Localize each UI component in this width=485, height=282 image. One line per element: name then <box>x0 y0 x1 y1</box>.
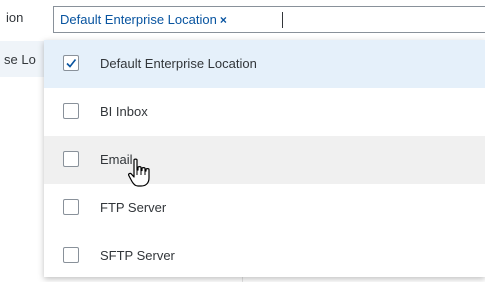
hand-pointer-icon <box>128 158 150 187</box>
row-label: se Lo <box>4 52 36 67</box>
list-item-bi-inbox[interactable]: BI Inbox <box>44 88 485 136</box>
checkbox[interactable] <box>63 151 79 167</box>
token-remove-icon[interactable]: × <box>220 11 227 29</box>
list-item-label: Default Enterprise Location <box>100 56 257 71</box>
list-item-label: BI Inbox <box>100 104 148 119</box>
check-icon <box>66 59 77 68</box>
destination-dropdown-list: Default Enterprise Location BI Inbox Ema… <box>44 40 485 277</box>
checkbox[interactable] <box>63 247 79 263</box>
list-item-label: SFTP Server <box>100 248 175 263</box>
token-default-enterprise-location[interactable]: Default Enterprise Location × <box>58 11 227 29</box>
list-item-sftp-server[interactable]: SFTP Server <box>44 232 485 280</box>
checkbox-checked[interactable] <box>63 55 79 71</box>
destination-multi-input[interactable]: Default Enterprise Location × <box>53 6 485 33</box>
list-item-ftp-server[interactable]: FTP Server <box>44 184 485 232</box>
checkbox[interactable] <box>63 103 79 119</box>
list-item-email[interactable]: Email <box>44 136 485 184</box>
list-item-default-enterprise-location[interactable]: Default Enterprise Location <box>44 40 485 88</box>
token-label: Default Enterprise Location <box>60 12 217 27</box>
field-label: ion <box>6 10 24 25</box>
list-item-label: FTP Server <box>100 200 167 215</box>
checkbox[interactable] <box>63 199 79 215</box>
text-caret <box>282 12 283 28</box>
